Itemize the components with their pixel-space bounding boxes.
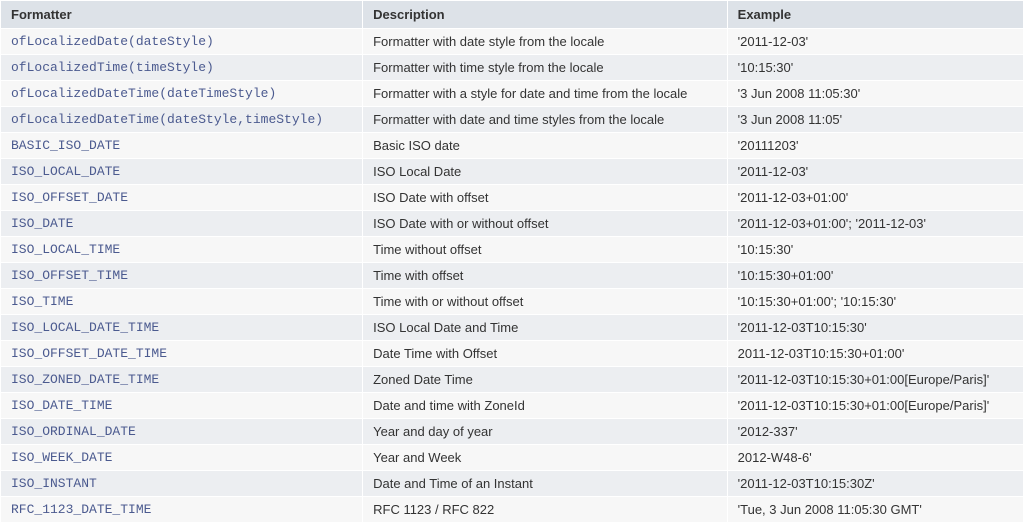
cell-description: ISO Date with or without offset	[363, 211, 728, 237]
cell-example: '10:15:30'	[727, 55, 1023, 81]
table-row: ISO_LOCAL_TIMETime without offset'10:15:…	[1, 237, 1024, 263]
table-row: ISO_INSTANTDate and Time of an Instant'2…	[1, 471, 1024, 497]
cell-example: '3 Jun 2008 11:05:30'	[727, 81, 1023, 107]
table-row: BASIC_ISO_DATEBasic ISO date'20111203'	[1, 133, 1024, 159]
table-row: ofLocalizedDateTime(dateTimeStyle)Format…	[1, 81, 1024, 107]
header-formatter: Formatter	[1, 1, 363, 29]
table-row: ISO_ORDINAL_DATEYear and day of year'201…	[1, 419, 1024, 445]
table-row: ISO_LOCAL_DATEISO Local Date'2011-12-03'	[1, 159, 1024, 185]
cell-description: Date Time with Offset	[363, 341, 728, 367]
cell-description: Formatter with time style from the local…	[363, 55, 728, 81]
cell-formatter: ISO_LOCAL_DATE	[1, 159, 363, 185]
cell-example: '10:15:30'	[727, 237, 1023, 263]
cell-formatter: ofLocalizedDate(dateStyle)	[1, 29, 363, 55]
cell-example: '2011-12-03'	[727, 159, 1023, 185]
cell-description: Time with offset	[363, 263, 728, 289]
cell-example: '10:15:30+01:00'; '10:15:30'	[727, 289, 1023, 315]
table-row: ISO_OFFSET_DATE_TIMEDate Time with Offse…	[1, 341, 1024, 367]
table-row: ISO_LOCAL_DATE_TIMEISO Local Date and Ti…	[1, 315, 1024, 341]
table-header-row: Formatter Description Example	[1, 1, 1024, 29]
cell-description: Formatter with date style from the local…	[363, 29, 728, 55]
cell-formatter: ISO_DATE	[1, 211, 363, 237]
cell-formatter: ISO_ZONED_DATE_TIME	[1, 367, 363, 393]
header-example: Example	[727, 1, 1023, 29]
cell-description: Formatter with date and time styles from…	[363, 107, 728, 133]
cell-formatter: RFC_1123_DATE_TIME	[1, 497, 363, 523]
table-row: RFC_1123_DATE_TIMERFC 1123 / RFC 822'Tue…	[1, 497, 1024, 523]
cell-formatter: ISO_INSTANT	[1, 471, 363, 497]
cell-formatter: ISO_WEEK_DATE	[1, 445, 363, 471]
cell-formatter: ISO_OFFSET_DATE	[1, 185, 363, 211]
cell-example: '2011-12-03T10:15:30+01:00[Europe/Paris]…	[727, 393, 1023, 419]
cell-description: ISO Local Date and Time	[363, 315, 728, 341]
header-description: Description	[363, 1, 728, 29]
cell-example: '3 Jun 2008 11:05'	[727, 107, 1023, 133]
table-row: ISO_TIMETime with or without offset'10:1…	[1, 289, 1024, 315]
cell-example: '2011-12-03+01:00'	[727, 185, 1023, 211]
table-row: ISO_ZONED_DATE_TIMEZoned Date Time'2011-…	[1, 367, 1024, 393]
cell-description: Zoned Date Time	[363, 367, 728, 393]
cell-formatter: ofLocalizedDateTime(dateTimeStyle)	[1, 81, 363, 107]
cell-description: Date and Time of an Instant	[363, 471, 728, 497]
table-row: ISO_OFFSET_DATEISO Date with offset'2011…	[1, 185, 1024, 211]
cell-formatter: ISO_LOCAL_TIME	[1, 237, 363, 263]
table-row: ofLocalizedDate(dateStyle)Formatter with…	[1, 29, 1024, 55]
cell-example: '2012-337'	[727, 419, 1023, 445]
cell-formatter: ISO_DATE_TIME	[1, 393, 363, 419]
cell-description: ISO Date with offset	[363, 185, 728, 211]
cell-example: '10:15:30+01:00'	[727, 263, 1023, 289]
table-row: ISO_WEEK_DATEYear and Week2012-W48-6'	[1, 445, 1024, 471]
table-row: ofLocalizedTime(timeStyle)Formatter with…	[1, 55, 1024, 81]
cell-description: Basic ISO date	[363, 133, 728, 159]
cell-example: 2012-W48-6'	[727, 445, 1023, 471]
cell-example: '2011-12-03T10:15:30+01:00[Europe/Paris]…	[727, 367, 1023, 393]
cell-example: '20111203'	[727, 133, 1023, 159]
cell-description: ISO Local Date	[363, 159, 728, 185]
cell-formatter: BASIC_ISO_DATE	[1, 133, 363, 159]
cell-example: '2011-12-03T10:15:30'	[727, 315, 1023, 341]
cell-formatter: ISO_OFFSET_TIME	[1, 263, 363, 289]
cell-example: 2011-12-03T10:15:30+01:00'	[727, 341, 1023, 367]
cell-formatter: ofLocalizedTime(timeStyle)	[1, 55, 363, 81]
cell-description: Date and time with ZoneId	[363, 393, 728, 419]
cell-description: Time without offset	[363, 237, 728, 263]
cell-example: '2011-12-03'	[727, 29, 1023, 55]
cell-example: 'Tue, 3 Jun 2008 11:05:30 GMT'	[727, 497, 1023, 523]
table-row: ISO_OFFSET_TIMETime with offset'10:15:30…	[1, 263, 1024, 289]
cell-formatter: ISO_LOCAL_DATE_TIME	[1, 315, 363, 341]
formatter-table: Formatter Description Example ofLocalize…	[0, 0, 1024, 523]
cell-description: Year and Week	[363, 445, 728, 471]
cell-description: Time with or without offset	[363, 289, 728, 315]
cell-formatter: ISO_ORDINAL_DATE	[1, 419, 363, 445]
cell-example: '2011-12-03+01:00'; '2011-12-03'	[727, 211, 1023, 237]
cell-description: Formatter with a style for date and time…	[363, 81, 728, 107]
cell-description: RFC 1123 / RFC 822	[363, 497, 728, 523]
cell-example: '2011-12-03T10:15:30Z'	[727, 471, 1023, 497]
table-row: ISO_DATEISO Date with or without offset'…	[1, 211, 1024, 237]
table-row: ISO_DATE_TIMEDate and time with ZoneId'2…	[1, 393, 1024, 419]
table-row: ofLocalizedDateTime(dateStyle,timeStyle)…	[1, 107, 1024, 133]
cell-formatter: ISO_OFFSET_DATE_TIME	[1, 341, 363, 367]
cell-formatter: ISO_TIME	[1, 289, 363, 315]
cell-formatter: ofLocalizedDateTime(dateStyle,timeStyle)	[1, 107, 363, 133]
cell-description: Year and day of year	[363, 419, 728, 445]
